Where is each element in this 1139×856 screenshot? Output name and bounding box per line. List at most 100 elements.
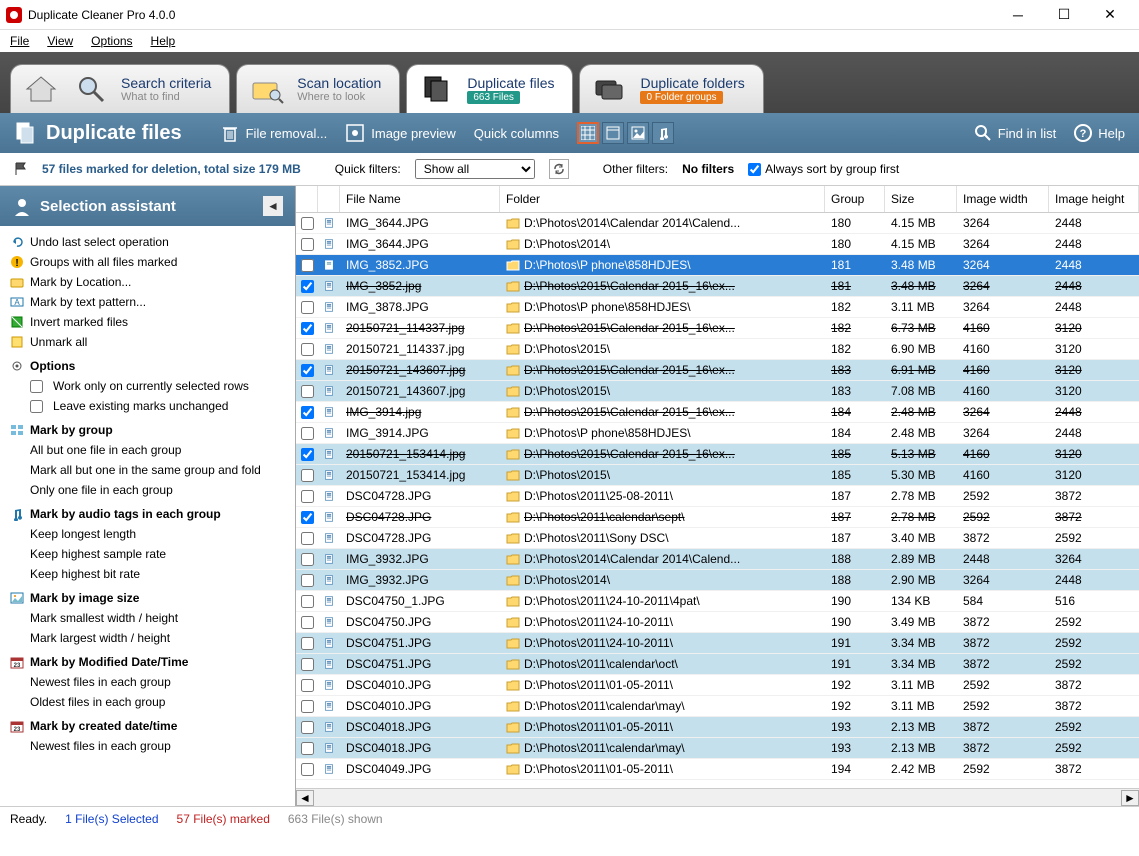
quick-column-grid-button[interactable]	[577, 122, 599, 144]
table-row[interactable]: 20150721_114337.jpgD:\Photos\2015\1826.9…	[296, 339, 1139, 360]
sidebar-item[interactable]: Mark all but one in the same group and f…	[4, 460, 291, 480]
table-row[interactable]: IMG_3644.JPGD:\Photos\2014\Calendar 2014…	[296, 213, 1139, 234]
row-checkbox[interactable]	[301, 637, 314, 650]
row-checkbox[interactable]	[301, 406, 314, 419]
always-sort-checkbox[interactable]: Always sort by group first	[748, 162, 899, 176]
sidebar-item[interactable]: Leave existing marks unchanged	[4, 396, 291, 416]
menu-help[interactable]: Help	[151, 34, 176, 48]
help-button[interactable]: ? Help	[1074, 124, 1125, 142]
sidebar-item[interactable]: Newest files in each group	[4, 672, 291, 692]
table-row[interactable]: IMG_3932.JPGD:\Photos\2014\1882.90 MB326…	[296, 570, 1139, 591]
row-checkbox[interactable]	[301, 721, 314, 734]
row-checkbox[interactable]	[301, 658, 314, 671]
row-checkbox[interactable]	[301, 469, 314, 482]
row-checkbox[interactable]	[301, 364, 314, 377]
row-checkbox[interactable]	[301, 532, 314, 545]
sidebar-item[interactable]: Unmark all	[4, 332, 291, 352]
menu-file[interactable]: File	[10, 34, 29, 48]
find-in-list-button[interactable]: Find in list	[974, 124, 1057, 142]
row-checkbox[interactable]	[301, 385, 314, 398]
table-row[interactable]: 20150721_153414.jpgD:\Photos\2015\Calend…	[296, 444, 1139, 465]
sidebar-item[interactable]: Oldest files in each group	[4, 692, 291, 712]
table-row[interactable]: 20150721_143607.jpgD:\Photos\2015\1837.0…	[296, 381, 1139, 402]
row-checkbox[interactable]	[301, 238, 314, 251]
col-imgheight[interactable]: Image height	[1049, 186, 1139, 212]
sidebar-item[interactable]: AMark by text pattern...	[4, 292, 291, 312]
sidebar-item[interactable]: Mark largest width / height	[4, 628, 291, 648]
col-filename[interactable]: File Name	[340, 186, 500, 212]
sidebar-item[interactable]: Mark smallest width / height	[4, 608, 291, 628]
sidebar-item[interactable]: Mark by group	[4, 420, 291, 440]
table-row[interactable]: DSC04010.JPGD:\Photos\2011\01-05-2011\19…	[296, 675, 1139, 696]
sidebar-item[interactable]: Keep highest bit rate	[4, 564, 291, 584]
scroll-right-button[interactable]: ►	[1121, 790, 1139, 806]
table-row[interactable]: DSC04018.JPGD:\Photos\2011\calendar\may\…	[296, 738, 1139, 759]
table-row[interactable]: 20150721_153414.jpgD:\Photos\2015\1855.3…	[296, 465, 1139, 486]
row-checkbox[interactable]	[301, 763, 314, 776]
tab-duplicate-folders[interactable]: Duplicate folders0 Folder groups	[579, 64, 763, 113]
table-row[interactable]: DSC04728.JPGD:\Photos\2011\calendar\sept…	[296, 507, 1139, 528]
table-row[interactable]: IMG_3914.JPGD:\Photos\P phone\858HDJES\1…	[296, 423, 1139, 444]
horizontal-scrollbar[interactable]: ◄ ►	[296, 788, 1139, 806]
row-checkbox[interactable]	[301, 259, 314, 272]
row-checkbox[interactable]	[301, 343, 314, 356]
table-row[interactable]: IMG_3932.JPGD:\Photos\2014\Calendar 2014…	[296, 549, 1139, 570]
image-preview-button[interactable]: Image preview	[345, 123, 456, 143]
table-row[interactable]: DSC04751.JPGD:\Photos\2011\calendar\oct\…	[296, 654, 1139, 675]
row-checkbox[interactable]	[301, 427, 314, 440]
row-checkbox[interactable]	[301, 322, 314, 335]
table-row[interactable]: IMG_3878.JPGD:\Photos\P phone\858HDJES\1…	[296, 297, 1139, 318]
sidebar-item[interactable]: 23Mark by created date/time	[4, 716, 291, 736]
tab-scan-location[interactable]: Scan locationWhere to look	[236, 64, 400, 113]
table-row[interactable]: DSC04010.JPGD:\Photos\2011\calendar\may\…	[296, 696, 1139, 717]
table-body[interactable]: IMG_3644.JPGD:\Photos\2014\Calendar 2014…	[296, 213, 1139, 788]
table-row[interactable]: IMG_3914.jpgD:\Photos\2015\Calendar 2015…	[296, 402, 1139, 423]
quick-filter-select[interactable]: Show all	[415, 159, 535, 179]
col-imgwidth[interactable]: Image width	[957, 186, 1049, 212]
quick-column-image-button[interactable]	[627, 122, 649, 144]
table-row[interactable]: DSC04049.JPGD:\Photos\2011\01-05-2011\19…	[296, 759, 1139, 780]
sidebar-item[interactable]: Mark by audio tags in each group	[4, 504, 291, 524]
row-checkbox[interactable]	[301, 616, 314, 629]
sidebar-item[interactable]: Work only on currently selected rows	[4, 376, 291, 396]
col-group[interactable]: Group	[825, 186, 885, 212]
row-checkbox[interactable]	[301, 742, 314, 755]
file-removal-button[interactable]: File removal...	[220, 123, 328, 143]
menu-options[interactable]: Options	[91, 34, 132, 48]
close-button[interactable]: ✕	[1087, 0, 1133, 30]
row-checkbox[interactable]	[301, 511, 314, 524]
collapse-button[interactable]: ◄	[263, 196, 283, 216]
quick-column-music-button[interactable]	[652, 122, 674, 144]
sidebar-item[interactable]: Newest files in each group	[4, 736, 291, 756]
maximize-button[interactable]: ☐	[1041, 0, 1087, 30]
tab-duplicate-files[interactable]: Duplicate files663 Files	[406, 64, 573, 113]
row-checkbox[interactable]	[301, 217, 314, 230]
scroll-left-button[interactable]: ◄	[296, 790, 314, 806]
sidebar-item[interactable]: Mark by image size	[4, 588, 291, 608]
table-row[interactable]: DSC04728.JPGD:\Photos\2011\Sony DSC\1873…	[296, 528, 1139, 549]
table-row[interactable]: DSC04018.JPGD:\Photos\2011\01-05-2011\19…	[296, 717, 1139, 738]
table-row[interactable]: DSC04750.JPGD:\Photos\2011\24-10-2011\19…	[296, 612, 1139, 633]
row-checkbox[interactable]	[301, 679, 314, 692]
table-row[interactable]: DSC04750_1.JPGD:\Photos\2011\24-10-2011\…	[296, 591, 1139, 612]
sidebar-item[interactable]: Options	[4, 356, 291, 376]
sidebar-item[interactable]: !Groups with all files marked	[4, 252, 291, 272]
refresh-button[interactable]	[549, 159, 569, 179]
minimize-button[interactable]: ─	[995, 0, 1041, 30]
row-checkbox[interactable]	[301, 595, 314, 608]
menu-view[interactable]: View	[47, 34, 73, 48]
sidebar-item[interactable]: Mark by Location...	[4, 272, 291, 292]
row-checkbox[interactable]	[301, 490, 314, 503]
col-folder[interactable]: Folder	[500, 186, 825, 212]
table-row[interactable]: 20150721_114337.jpgD:\Photos\2015\Calend…	[296, 318, 1139, 339]
col-size[interactable]: Size	[885, 186, 957, 212]
table-row[interactable]: IMG_3852.JPGD:\Photos\P phone\858HDJES\1…	[296, 255, 1139, 276]
row-checkbox[interactable]	[301, 553, 314, 566]
sidebar-item[interactable]: All but one file in each group	[4, 440, 291, 460]
table-row[interactable]: 20150721_143607.jpgD:\Photos\2015\Calend…	[296, 360, 1139, 381]
quick-column-window-button[interactable]	[602, 122, 624, 144]
table-row[interactable]: IMG_3644.JPGD:\Photos\2014\1804.15 MB326…	[296, 234, 1139, 255]
row-checkbox[interactable]	[301, 448, 314, 461]
row-checkbox[interactable]	[301, 574, 314, 587]
table-row[interactable]: DSC04751.JPGD:\Photos\2011\24-10-2011\19…	[296, 633, 1139, 654]
